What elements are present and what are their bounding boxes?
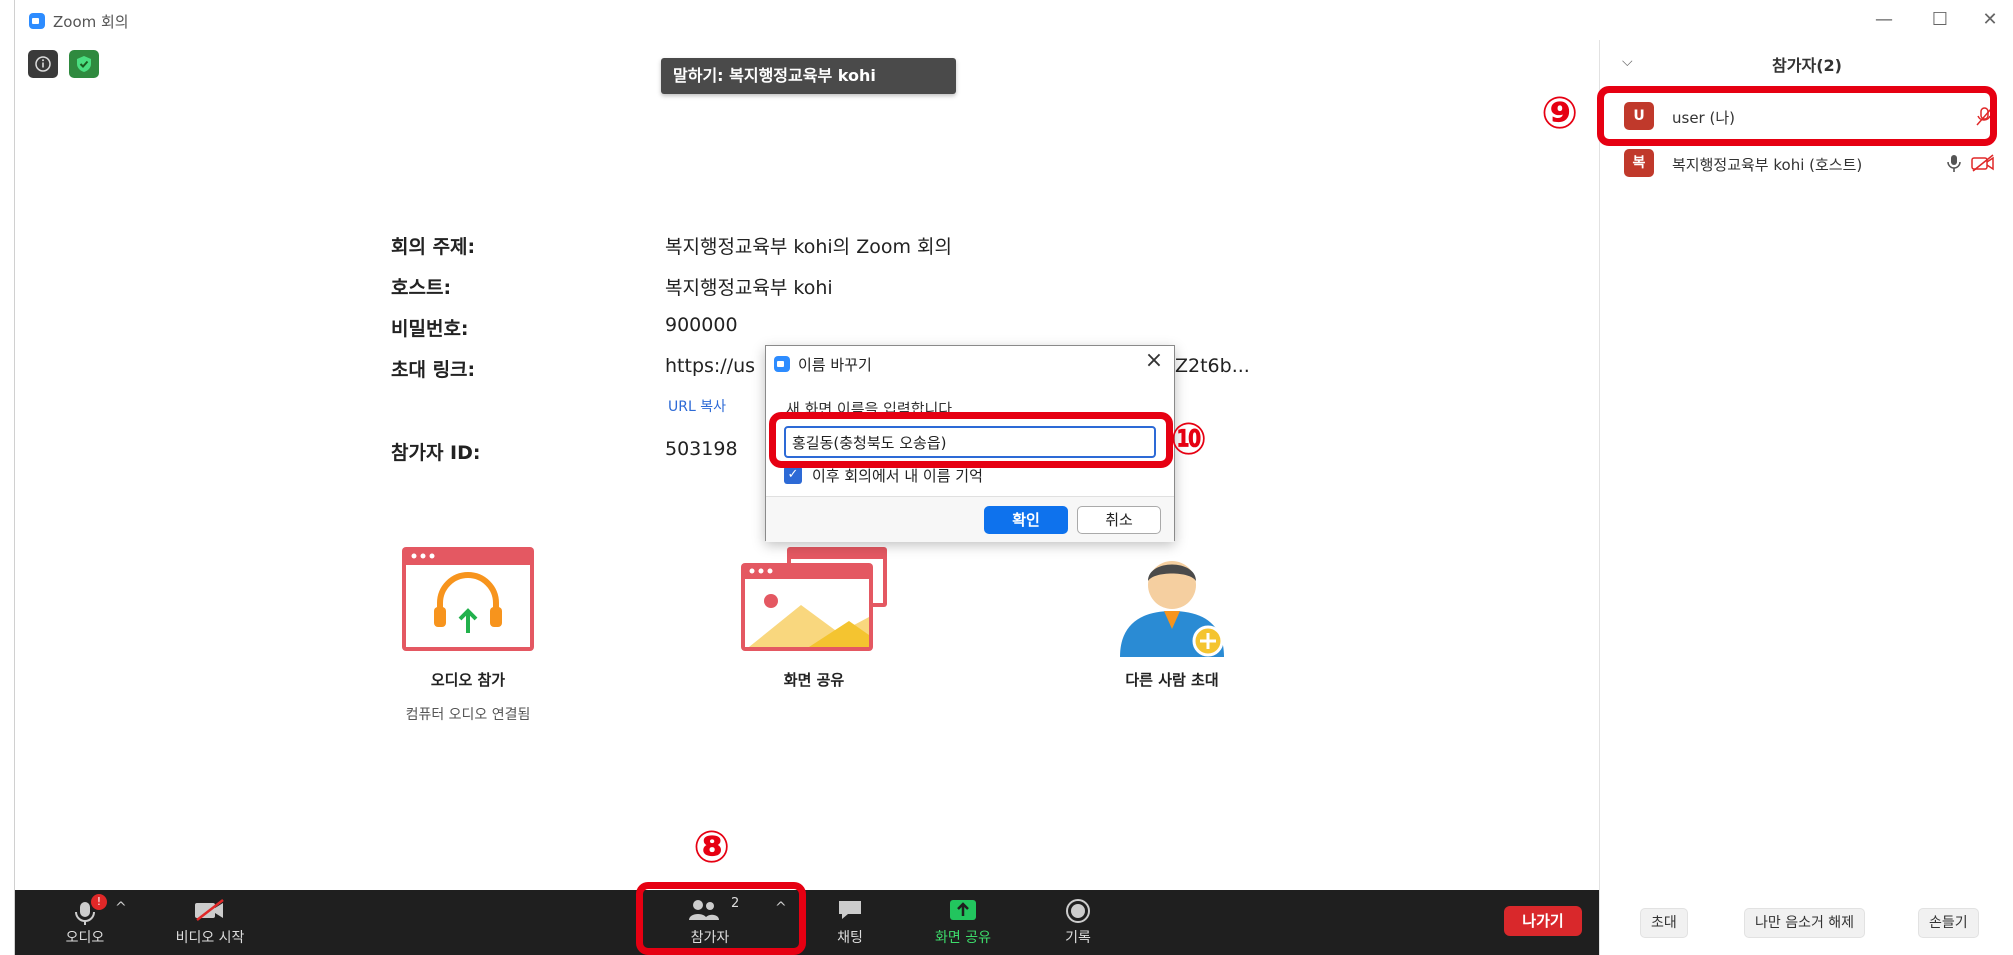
microphone-icon bbox=[1947, 155, 1961, 172]
raise-hand-button[interactable]: 손들기 bbox=[1918, 908, 1979, 938]
invite-link-tail: Z2t6b... bbox=[1175, 355, 1250, 377]
start-video-label: 비디오 시작 bbox=[175, 930, 245, 946]
zoom-app-icon bbox=[29, 13, 45, 29]
invite-button[interactable]: 초대 bbox=[1640, 908, 1688, 938]
chat-icon bbox=[839, 901, 861, 919]
cancel-button[interactable]: 취소 bbox=[1077, 506, 1161, 534]
share-screen-arrow-icon bbox=[950, 900, 976, 920]
password-value: 900000 bbox=[665, 314, 738, 336]
close-window-button[interactable]: ✕ bbox=[1968, 6, 2012, 34]
step-10-marker: ⑩ bbox=[1170, 414, 1208, 465]
audio-connected-status: 컴퓨터 오디오 연결됨 bbox=[405, 707, 531, 723]
record-label: 기록 bbox=[1065, 930, 1091, 946]
zoom-app-icon bbox=[774, 356, 790, 372]
close-icon[interactable]: × bbox=[1142, 348, 1166, 373]
share-screen-label: 화면 공유 bbox=[783, 671, 845, 689]
self-row-highlight-box bbox=[1597, 86, 1997, 146]
avatar: 복 bbox=[1624, 149, 1654, 177]
audio-warning-badge: ! bbox=[91, 894, 107, 910]
invite-person-icon bbox=[1120, 561, 1224, 657]
host-value: 복지행정교육부 kohi bbox=[665, 277, 833, 299]
chat-button[interactable]: 채팅 bbox=[815, 890, 885, 955]
participants-panel: ⌵ 참가자(2) U user (나) 복 복지행정교육부 kohi (호스트) bbox=[1599, 40, 2013, 955]
rename-dialog-title: 이름 바꾸기 bbox=[798, 356, 872, 374]
share-screen-tile[interactable]: 화면 공유 bbox=[733, 545, 895, 690]
join-audio-icon bbox=[402, 547, 534, 651]
name-input-highlight-box bbox=[769, 412, 1173, 468]
window-title: Zoom 회의 bbox=[53, 13, 129, 31]
participant-id-label: 참가자 ID: bbox=[391, 442, 481, 464]
zoom-window: Zoom 회의 — ☐ ✕ 말하기: 복지행정교육부 kohi 회의 주제: 복… bbox=[14, 0, 2013, 955]
join-audio-tile[interactable]: 오디오 참가 컴퓨터 오디오 연결됨 bbox=[387, 545, 549, 724]
participant-row-host[interactable]: 복 복지행정교육부 kohi (호스트) bbox=[1614, 143, 2002, 183]
remember-name-checkbox[interactable]: ✓ bbox=[784, 466, 802, 484]
topic-value: 복지행정교육부 kohi의 Zoom 회의 bbox=[665, 236, 952, 258]
participants-panel-title: 참가자(2) bbox=[1772, 56, 1842, 75]
video-off-icon bbox=[195, 899, 224, 921]
step-8-marker: ⑧ bbox=[693, 822, 731, 873]
active-speaker-banner: 말하기: 복지행정교육부 kohi bbox=[661, 58, 956, 94]
join-audio-label: 오디오 참가 bbox=[430, 671, 506, 689]
security-shield-icon[interactable] bbox=[69, 50, 99, 78]
audio-button[interactable]: ! 오디오 bbox=[45, 890, 125, 955]
topic-label: 회의 주제: bbox=[391, 236, 476, 258]
participants-highlight-box bbox=[636, 882, 806, 955]
unmute-me-button[interactable]: 나만 음소거 해제 bbox=[1744, 908, 1866, 938]
record-icon bbox=[1066, 899, 1090, 923]
host-label: 호스트: bbox=[391, 277, 452, 299]
meeting-toolbar: ! 오디오 ^ 비디오 시작 2 참가자 ^ 채팅 화면 공유 기록 나가기 bbox=[15, 890, 1599, 955]
step-9-marker: ⑨ bbox=[1541, 88, 1579, 139]
remember-name-label: 이후 회의에서 내 이름 기억 bbox=[812, 467, 983, 485]
leave-meeting-button[interactable]: 나가기 bbox=[1504, 906, 1582, 936]
invite-link-label: 초대 링크: bbox=[391, 359, 476, 381]
share-screen-toolbar-label: 화면 공유 bbox=[935, 930, 991, 946]
invite-link-value: https://us bbox=[665, 355, 756, 377]
invite-others-tile[interactable]: 다른 사람 초대 bbox=[1087, 545, 1257, 690]
video-off-icon bbox=[1971, 154, 1994, 172]
share-screen-icon bbox=[741, 547, 887, 651]
meeting-info-icon[interactable] bbox=[28, 50, 58, 78]
dialog-footer: 확인 취소 bbox=[766, 496, 1174, 542]
participant-id-value: 503198 bbox=[665, 438, 738, 460]
password-label: 비밀번호: bbox=[391, 318, 469, 340]
minimize-button[interactable]: — bbox=[1862, 6, 1906, 34]
start-video-button[interactable]: 비디오 시작 bbox=[155, 890, 265, 955]
confirm-button[interactable]: 확인 bbox=[984, 506, 1068, 534]
audio-options-caret-icon[interactable]: ^ bbox=[115, 900, 127, 916]
title-bar: Zoom 회의 — ☐ ✕ bbox=[15, 0, 2013, 40]
copy-url-link[interactable]: URL 복사 bbox=[668, 396, 726, 416]
audio-label: 오디오 bbox=[65, 930, 105, 946]
maximize-button[interactable]: ☐ bbox=[1918, 6, 1962, 34]
share-screen-button[interactable]: 화면 공유 bbox=[913, 890, 1013, 955]
chat-label: 채팅 bbox=[837, 930, 863, 946]
participant-name: 복지행정교육부 kohi (호스트) bbox=[1672, 156, 1863, 174]
invite-others-label: 다른 사람 초대 bbox=[1125, 671, 1219, 689]
record-button[interactable]: 기록 bbox=[1043, 890, 1113, 955]
